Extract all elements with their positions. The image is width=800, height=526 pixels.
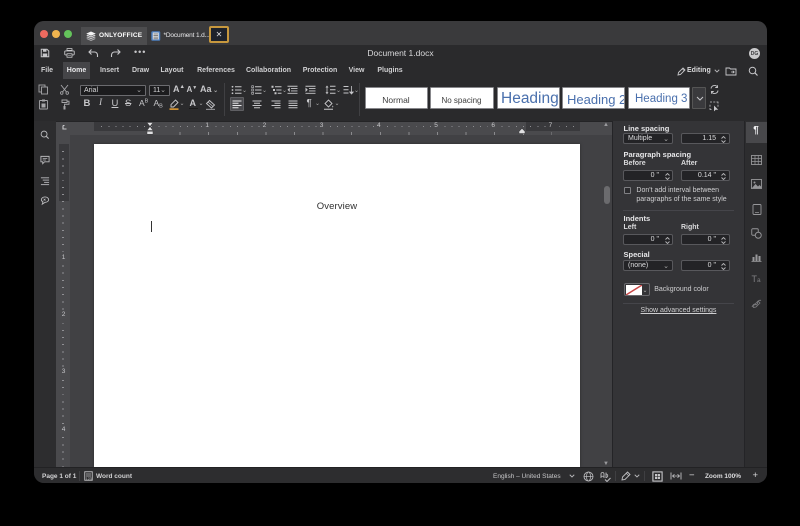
svg-text:123: 123: [86, 477, 92, 481]
